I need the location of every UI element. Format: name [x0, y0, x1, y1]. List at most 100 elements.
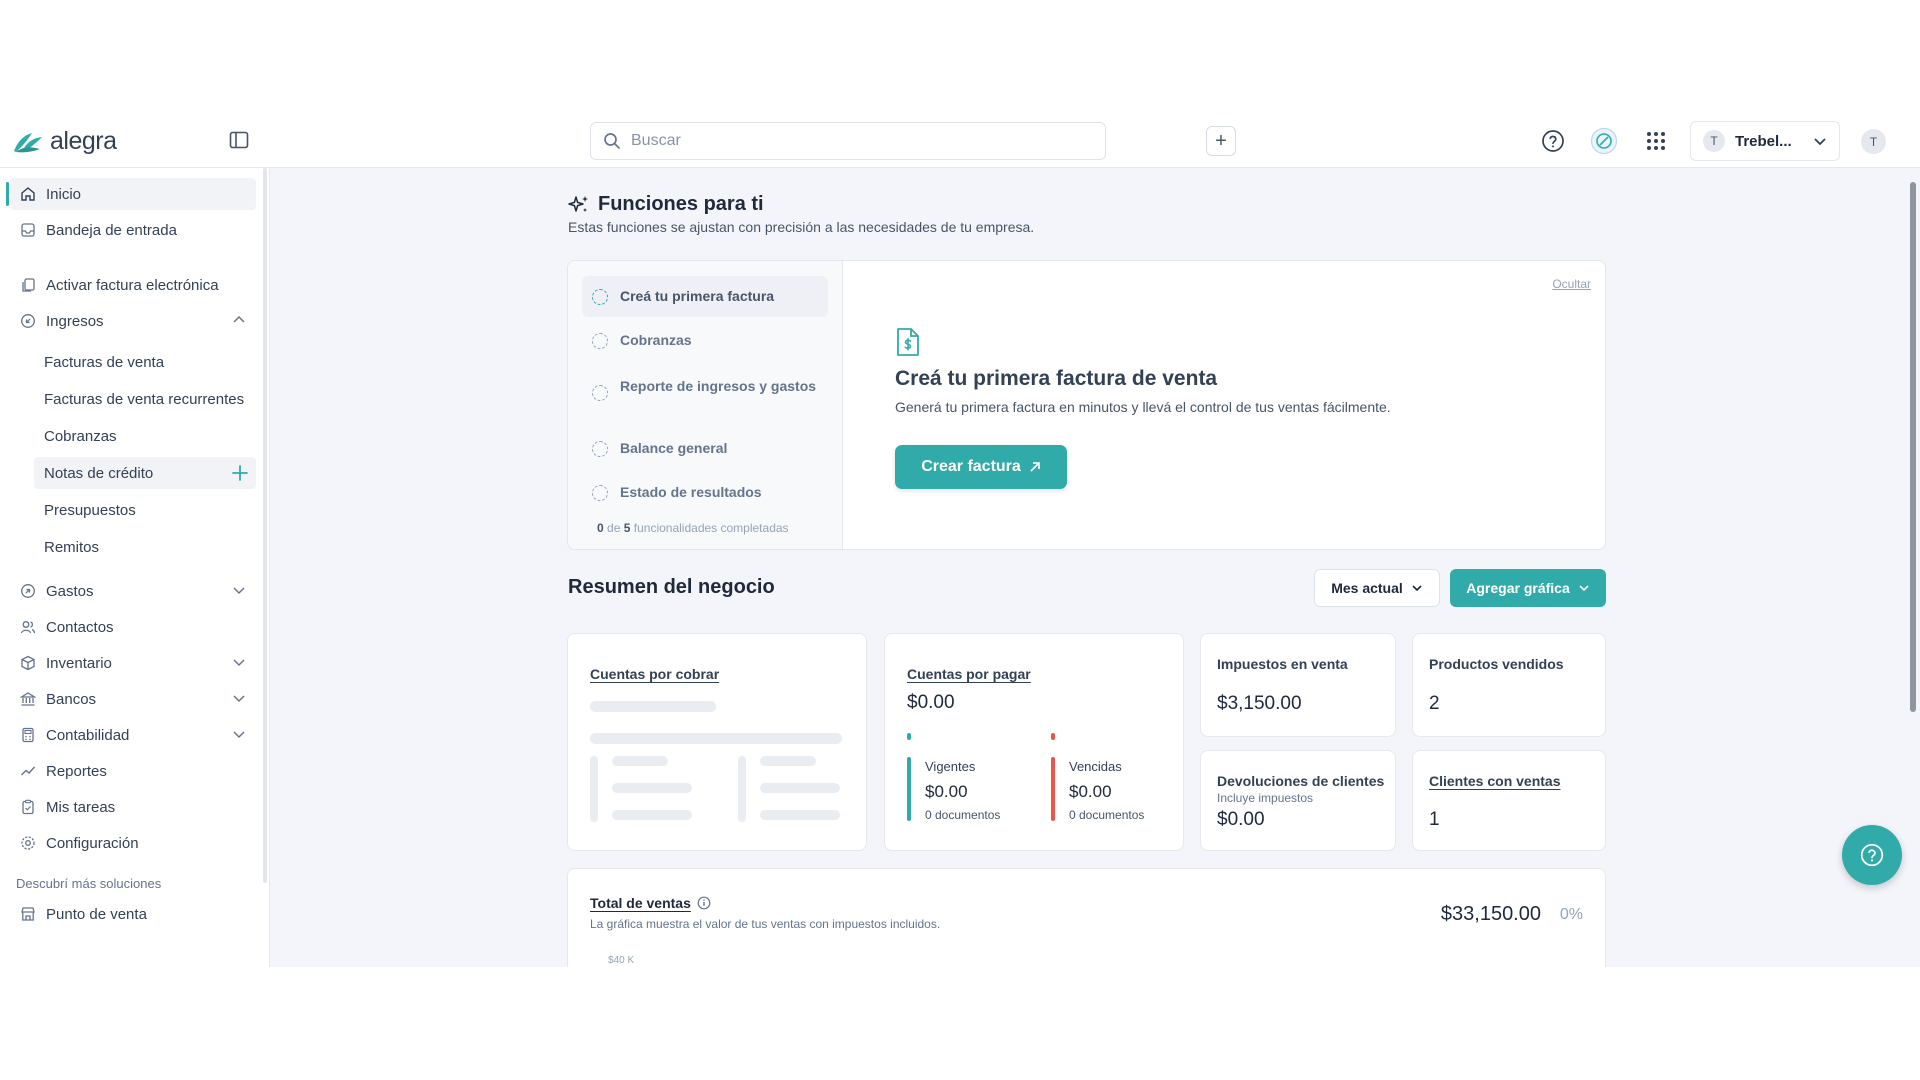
invoice-dollar-icon	[895, 327, 921, 362]
step-balance-general[interactable]: Balance general	[582, 428, 828, 469]
alegra-logo[interactable]: alegra	[12, 127, 117, 156]
skeleton-line	[612, 783, 692, 793]
sales-total: $33,150.00	[1440, 903, 1541, 925]
products-sold-value: 2	[1429, 693, 1440, 714]
sparkles-icon	[568, 195, 588, 212]
sidebar-item-inicio[interactable]: Inicio	[6, 178, 256, 210]
sidebar-item-label: Activar factura electrónica	[46, 276, 219, 294]
sidebar-subitem-facturas-venta[interactable]: Facturas de venta	[34, 346, 256, 378]
step-status-icon	[592, 289, 608, 305]
chevron-down-icon	[233, 695, 245, 703]
step-income-statement[interactable]: Estado de resultados	[582, 472, 828, 513]
sales-title-row[interactable]: Total de ventas	[590, 895, 711, 911]
sidebar-subitem-notas-credito[interactable]: Notas de crédito	[34, 457, 256, 489]
receivables-card: Cuentas por cobrar	[567, 633, 867, 851]
taxes-value: $3,150.00	[1217, 693, 1302, 714]
sidebar-item-punto-venta[interactable]: Punto de venta	[10, 898, 256, 930]
payables-title[interactable]: Cuentas por pagar	[907, 666, 1031, 682]
sidebar-item-contactos[interactable]: Contactos	[10, 611, 256, 643]
external-arrow-icon	[1030, 462, 1040, 472]
info-icon[interactable]	[697, 896, 711, 910]
add-icon[interactable]	[230, 463, 250, 483]
sidebar-item-factura-electronica[interactable]: Activar factura electrónica	[10, 269, 256, 301]
sidebar-toggle-icon[interactable]	[229, 130, 249, 150]
sidebar-scrollbar[interactable]	[263, 168, 267, 883]
payables-value: $0.00	[907, 692, 955, 713]
skeleton-bar	[738, 756, 746, 822]
features-description: Estas funciones se ajustan con precisión…	[568, 219, 1035, 235]
user-avatar[interactable]: T	[1861, 129, 1886, 154]
sidebar: Inicio Bandeja de entrada Activar factur…	[0, 168, 270, 967]
sidebar-item-label: Configuración	[46, 834, 139, 852]
chevron-up-icon	[233, 315, 245, 323]
sidebar-item-gastos[interactable]: Gastos	[10, 575, 256, 607]
step-first-invoice[interactable]: Creá tu primera factura	[582, 276, 828, 317]
sidebar-subitem-label: Cobranzas	[44, 427, 117, 445]
returns-value: $0.00	[1217, 809, 1265, 830]
sidebar-item-reportes[interactable]: Reportes	[10, 755, 256, 787]
steps-done-count: 0	[597, 521, 604, 535]
new-item-button[interactable]: +	[1206, 126, 1236, 156]
sidebar-item-label: Bancos	[46, 690, 97, 708]
page-scrollbar[interactable]	[1910, 182, 1916, 712]
sidebar-item-bandeja[interactable]: Bandeja de entrada	[10, 214, 256, 246]
sales-card: Total de ventas La gráfica muestra el va…	[567, 868, 1606, 967]
clipboard-icon	[20, 799, 36, 815]
summary-title: Resumen del negocio	[568, 576, 775, 598]
trend-icon	[20, 763, 36, 779]
returns-title: Devoluciones de clientes	[1217, 773, 1385, 789]
step-label: Estado de resultados	[620, 484, 762, 500]
sidebar-subitem-label: Presupuestos	[44, 501, 136, 519]
sidebar-item-inventario[interactable]: Inventario	[10, 647, 256, 679]
sidebar-subitem-remitos[interactable]: Remitos	[34, 531, 256, 563]
receivables-title[interactable]: Cuentas por cobrar	[590, 666, 719, 682]
overdue-value: $0.00	[1069, 782, 1112, 801]
sidebar-item-label: Gastos	[46, 582, 94, 600]
chevron-down-icon	[233, 659, 245, 667]
period-label: Mes actual	[1331, 580, 1403, 596]
search-box[interactable]	[590, 122, 1106, 160]
feature-detail-title: Creá tu primera factura de venta	[895, 367, 1218, 390]
steps-progress: 0 de 5 funcionalidades completadas	[597, 521, 789, 535]
clients-title[interactable]: Clientes con ventas	[1429, 773, 1561, 789]
help-icon[interactable]	[1539, 127, 1567, 155]
step-income-expense-report[interactable]: Reporte de ingresos y gastos	[582, 364, 828, 413]
hide-link[interactable]: Ocultar	[1552, 277, 1591, 291]
step-cobranzas[interactable]: Cobranzas	[582, 320, 828, 361]
sidebar-item-bancos[interactable]: Bancos	[10, 683, 256, 715]
income-icon	[20, 313, 36, 329]
bank-icon	[20, 691, 36, 707]
sidebar-item-label: Inicio	[46, 185, 82, 203]
sidebar-item-tareas[interactable]: Mis tareas	[10, 791, 256, 823]
features-steps: Creá tu primera factura Cobranzas Report…	[568, 261, 843, 549]
sidebar-subitem-cobranzas[interactable]: Cobranzas	[34, 420, 256, 452]
inbox-icon	[20, 222, 36, 238]
period-dropdown[interactable]: Mes actual	[1314, 569, 1440, 607]
features-header: Funciones para ti	[568, 193, 764, 216]
sales-axis-label: $40 K	[608, 955, 635, 966]
steps-progress-text: funcionalidades completadas	[633, 521, 789, 535]
sidebar-item-configuracion[interactable]: Configuración	[10, 827, 256, 859]
apps-grid-icon[interactable]	[1642, 127, 1670, 155]
gear-icon	[20, 835, 36, 851]
add-chart-button[interactable]: Agregar gráfica	[1450, 569, 1606, 607]
sidebar-item-ingresos[interactable]: Ingresos	[10, 305, 256, 337]
chevron-down-icon	[1579, 585, 1589, 592]
sidebar-item-contabilidad[interactable]: Contabilidad	[10, 719, 256, 751]
sidebar-subitem-facturas-recurrentes[interactable]: Facturas de venta recurrentes	[34, 383, 256, 415]
current-bar	[907, 757, 911, 821]
sidebar-subitem-presupuestos[interactable]: Presupuestos	[34, 494, 256, 526]
sales-title: Total de ventas	[590, 895, 691, 911]
help-chat-button[interactable]	[1842, 825, 1902, 885]
create-invoice-button[interactable]: Crear factura	[895, 445, 1067, 489]
company-name: Trebel...	[1735, 132, 1792, 150]
sidebar-subitem-label: Facturas de venta	[44, 353, 165, 371]
sidebar-item-label: Punto de venta	[46, 905, 147, 923]
sidebar-section-more: Descubrí más soluciones	[16, 876, 162, 891]
assistant-icon[interactable]	[1590, 127, 1618, 155]
sidebar-item-label: Contabilidad	[46, 726, 130, 744]
chevron-down-icon	[233, 731, 245, 739]
search-input[interactable]	[631, 132, 1071, 150]
company-selector[interactable]: T Trebel...	[1690, 121, 1840, 161]
skeleton-bar	[590, 756, 598, 822]
